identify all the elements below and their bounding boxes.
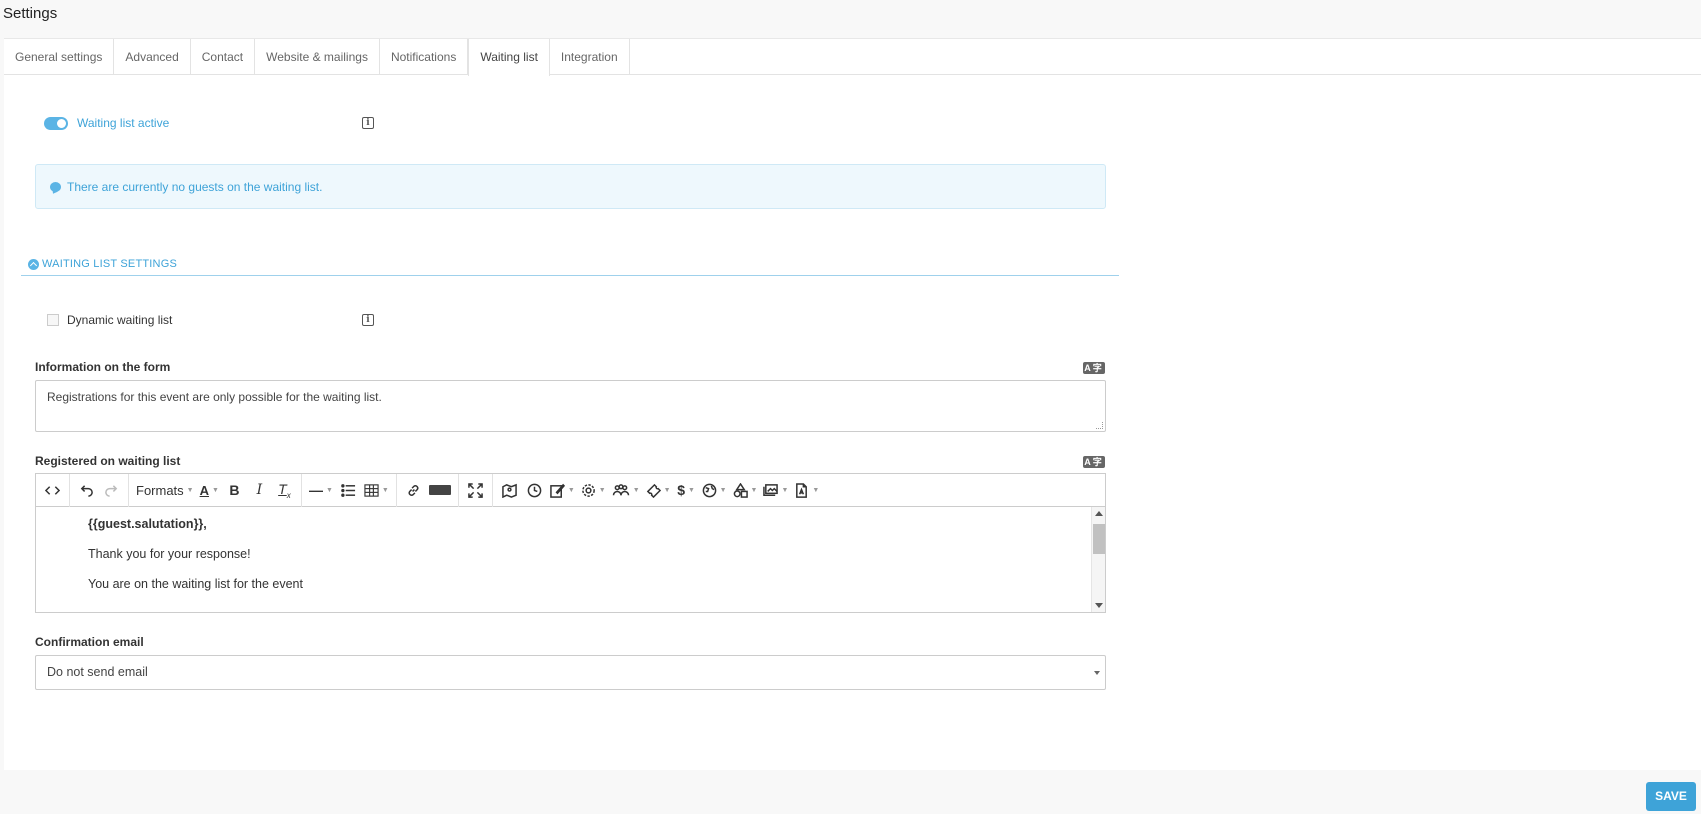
editor-content[interactable]: {{guest.salutation}}, Thank you for your… xyxy=(36,507,1105,612)
clock-icon[interactable] xyxy=(522,477,547,503)
editor-line-salutation: {{guest.salutation}}, xyxy=(88,517,207,531)
dynamic-waiting-list-label: Dynamic waiting list xyxy=(67,313,173,327)
shapes-icon[interactable]: ▼ xyxy=(730,477,761,503)
info-icon[interactable]: i xyxy=(362,117,374,129)
waiting-list-active-toggle[interactable] xyxy=(44,116,68,130)
button-insert-icon[interactable] xyxy=(426,477,454,503)
section-title: WAITING LIST SETTINGS xyxy=(42,258,177,270)
confirmation-email-label: Confirmation email xyxy=(35,635,144,649)
map-icon[interactable] xyxy=(497,477,522,503)
gallery-icon[interactable]: ▼ xyxy=(760,477,791,503)
globe-icon[interactable]: ▼ xyxy=(699,477,730,503)
scroll-thumb[interactable] xyxy=(1093,524,1105,554)
waiting-list-active-row: Waiting list active xyxy=(44,116,169,130)
form-info-label: Information on the form xyxy=(35,360,171,374)
table-icon[interactable]: ▼ xyxy=(361,477,392,503)
tab-advanced[interactable]: Advanced xyxy=(114,39,191,75)
guests-group-icon[interactable]: ▼ xyxy=(609,477,643,503)
bullet-list-icon[interactable] xyxy=(336,477,361,503)
translate-icon[interactable]: A字 xyxy=(1083,362,1105,374)
text-color-icon[interactable]: A ▼ xyxy=(197,477,222,503)
waiting-list-active-label: Waiting list active xyxy=(77,116,170,130)
ticket-icon[interactable]: ▼ xyxy=(643,477,674,503)
clear-formatting-icon[interactable]: Tx xyxy=(272,477,297,503)
formats-dropdown[interactable]: Formats ▼ xyxy=(133,477,197,503)
editor-line-waiting: You are on the waiting list for the even… xyxy=(88,577,303,591)
scroll-down-icon[interactable] xyxy=(1095,603,1103,608)
form-info-textarea[interactable]: Registrations for this event are only po… xyxy=(35,380,1106,432)
resize-grip-icon[interactable] xyxy=(1096,422,1103,429)
tab-integration[interactable]: Integration xyxy=(550,39,630,75)
edit-form-icon[interactable]: ▼ xyxy=(547,477,578,503)
scroll-up-icon[interactable] xyxy=(1095,511,1103,516)
link-icon[interactable] xyxy=(401,477,426,503)
comment-icon xyxy=(50,181,61,192)
translate-icon[interactable]: A字 xyxy=(1083,456,1105,468)
page-title: Settings xyxy=(3,5,58,22)
waiting-list-settings-header[interactable]: WAITING LIST SETTINGS xyxy=(21,258,1119,276)
confirmation-email-select[interactable]: Do not send email xyxy=(35,655,1106,690)
undo-icon[interactable] xyxy=(74,477,99,503)
tab-waiting-list[interactable]: Waiting list xyxy=(468,39,550,76)
tab-bar: General settings Advanced Contact Websit… xyxy=(4,39,1701,76)
collapse-up-icon xyxy=(28,259,39,270)
editor-line-thanks: Thank you for your response! xyxy=(88,547,251,561)
waiting-list-info-alert: There are currently no guests on the wai… xyxy=(35,164,1106,209)
tab-notifications[interactable]: Notifications xyxy=(380,39,469,75)
italic-icon[interactable]: I xyxy=(247,477,272,503)
fullscreen-icon[interactable] xyxy=(463,477,488,503)
bold-icon[interactable]: B xyxy=(222,477,247,503)
source-code-icon[interactable] xyxy=(40,477,65,503)
info-icon[interactable]: i xyxy=(362,314,374,326)
dynamic-waiting-list-checkbox[interactable] xyxy=(47,314,59,326)
gear-icon[interactable]: ▼ xyxy=(578,477,609,503)
editor-toolbar: Formats ▼ A ▼ B I Tx — ▼ ▼ ▼ ▼ ▼ ▼ $ ▼ ▼… xyxy=(36,473,1105,507)
registered-label: Registered on waiting list xyxy=(35,454,181,468)
redo-icon[interactable] xyxy=(99,477,124,503)
dynamic-waiting-list-row: Dynamic waiting list xyxy=(47,313,172,327)
save-button[interactable]: SAVE xyxy=(1646,782,1696,811)
tab-website-mailings[interactable]: Website & mailings xyxy=(255,39,380,75)
formats-label: Formats xyxy=(136,482,184,498)
form-info-value: Registrations for this event are only po… xyxy=(47,390,382,404)
alert-text: There are currently no guests on the wai… xyxy=(67,179,323,194)
dollar-icon[interactable]: $ ▼ xyxy=(674,477,699,503)
tab-contact[interactable]: Contact xyxy=(191,39,256,75)
horizontal-rule-icon[interactable]: — ▼ xyxy=(306,477,336,503)
editor-scrollbar[interactable] xyxy=(1091,507,1105,612)
chevron-down-icon xyxy=(1094,671,1100,675)
tab-general-settings[interactable]: General settings xyxy=(4,39,115,75)
registered-editor: Formats ▼ A ▼ B I Tx — ▼ ▼ ▼ ▼ ▼ ▼ $ ▼ ▼… xyxy=(35,473,1106,613)
pdf-icon[interactable]: ▼ xyxy=(791,477,822,503)
confirmation-email-value: Do not send email xyxy=(47,665,148,679)
